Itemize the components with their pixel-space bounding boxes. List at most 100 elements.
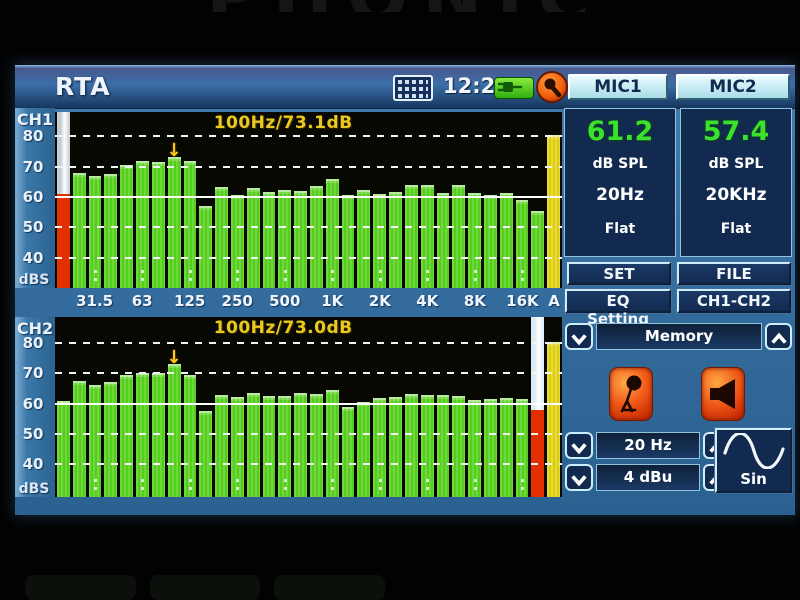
mic1-button[interactable]: MIC1 bbox=[568, 74, 668, 100]
file-button[interactable]: FILE bbox=[677, 262, 791, 285]
spectrum-bar bbox=[247, 188, 260, 288]
memory-select[interactable]: Memory bbox=[596, 323, 762, 350]
y-tick-label: 40 bbox=[15, 249, 51, 267]
spectrum-bar bbox=[278, 396, 291, 497]
spectrum-bar bbox=[294, 191, 307, 288]
page-title: RTA bbox=[55, 72, 111, 101]
spectrum-bar bbox=[215, 395, 228, 497]
frequency-down-button[interactable] bbox=[565, 432, 593, 459]
spectrum-column bbox=[215, 112, 228, 288]
spectrum-bar bbox=[231, 397, 244, 497]
cursor-arrow-icon: ↓ bbox=[167, 350, 182, 366]
a-weight-bar bbox=[547, 342, 560, 497]
y-tick-label: 80 bbox=[15, 334, 51, 352]
memory-up-button[interactable] bbox=[765, 323, 792, 350]
analyzer-screen: RTA 12:29 MIC1 MIC2 61.2 dB SPL bbox=[15, 65, 795, 515]
spectrum-bar bbox=[357, 402, 370, 497]
speaker-button[interactable] bbox=[701, 367, 745, 421]
ch2-range-value: 20KHz bbox=[681, 185, 791, 205]
ch1-ch2-button[interactable]: CH1-CH2 bbox=[677, 289, 791, 313]
memory-down-button[interactable] bbox=[565, 323, 593, 350]
ch2-y-axis: CH2 8070605040dBS bbox=[15, 317, 55, 497]
spectrum-bar bbox=[104, 382, 117, 497]
y-tick-label: 80 bbox=[15, 127, 51, 145]
device-bezel-buttons bbox=[25, 575, 385, 600]
level-down-button[interactable] bbox=[565, 464, 593, 491]
spectrum-bar bbox=[373, 398, 386, 497]
y-tick-label: 70 bbox=[15, 158, 51, 176]
x-axis-label: A bbox=[548, 292, 560, 310]
ch2-spl-unit: dB SPL bbox=[681, 156, 791, 172]
spectrum-column bbox=[199, 112, 212, 288]
x-axis-label: 31.5 bbox=[76, 292, 113, 310]
spectrum-bar bbox=[516, 200, 529, 288]
x-axis-label: 8K bbox=[464, 292, 486, 310]
ch2-readout-panel: 57.4 dB SPL 20KHz Flat bbox=[680, 108, 792, 257]
gridline-80db bbox=[55, 135, 562, 137]
microphone-icon bbox=[616, 374, 646, 414]
level-meter-upper bbox=[57, 112, 70, 194]
spectrum-column bbox=[357, 112, 370, 288]
spectrum-bar bbox=[73, 173, 86, 288]
spectrum-column bbox=[500, 112, 513, 288]
spectrum-bar bbox=[437, 193, 450, 288]
cursor-arrow-icon: ↓ bbox=[167, 143, 182, 159]
ch2-plot-area: 100Hz/73.0dB ↓ bbox=[55, 317, 562, 497]
spectrum-column bbox=[104, 112, 117, 288]
spectrum-bar bbox=[152, 162, 165, 288]
y-axis-unit: dBS bbox=[15, 272, 53, 288]
a-weight-bar bbox=[547, 135, 560, 288]
y-tick-label: 60 bbox=[15, 188, 51, 206]
spectrum-bar bbox=[326, 390, 339, 497]
spectrum-column bbox=[531, 112, 544, 288]
spectrum-bar bbox=[89, 176, 102, 288]
sine-generator-button[interactable]: Sin bbox=[715, 428, 792, 493]
spectrum-bar bbox=[405, 185, 418, 288]
spectrum-column bbox=[231, 112, 244, 288]
generator-frequency-select[interactable]: 20 Hz bbox=[596, 432, 700, 459]
x-axis-label: 1K bbox=[321, 292, 343, 310]
ch1-weighting-value: Flat bbox=[565, 221, 675, 237]
sine-button-label: Sin bbox=[717, 470, 790, 488]
mic2-button[interactable]: MIC2 bbox=[676, 74, 790, 100]
battery-icon bbox=[494, 77, 534, 99]
spectrum-column bbox=[136, 112, 149, 288]
x-axis-label: 2K bbox=[369, 292, 391, 310]
spectrum-bar bbox=[215, 187, 228, 288]
spectrum-bar bbox=[437, 395, 450, 497]
spectrum-bar bbox=[231, 195, 244, 288]
spectrum-bar bbox=[199, 206, 212, 288]
spectrum-column: ↓ bbox=[168, 112, 181, 288]
spectrum-column bbox=[57, 112, 70, 288]
spectrum-column bbox=[152, 112, 165, 288]
spectrum-column bbox=[326, 112, 339, 288]
gridline-50db bbox=[55, 226, 562, 228]
power-plug-icon bbox=[497, 80, 529, 94]
gridline-70db bbox=[55, 166, 562, 168]
spectrum-column bbox=[310, 112, 323, 288]
spectrum-bars: ↓ bbox=[55, 112, 562, 288]
generator-level-select[interactable]: 4 dBu bbox=[596, 464, 700, 491]
level-meter-lower bbox=[57, 194, 70, 288]
spectrum-column bbox=[89, 112, 102, 288]
spectrum-bar bbox=[342, 407, 355, 497]
ch1-spl-value: 61.2 bbox=[565, 116, 675, 147]
set-button[interactable]: SET bbox=[567, 262, 671, 285]
ch1-y-axis: CH1 8070605040dBS bbox=[15, 108, 55, 288]
spectrum-bar bbox=[136, 161, 149, 288]
gridline-80db bbox=[55, 342, 562, 344]
spectrum-bar bbox=[357, 190, 370, 288]
chevron-down-icon bbox=[570, 332, 588, 346]
microphone-button[interactable] bbox=[609, 367, 653, 421]
x-axis-label: 250 bbox=[222, 292, 253, 310]
spectrum-bar bbox=[389, 192, 402, 288]
spectrum-column bbox=[373, 112, 386, 288]
spectrum-column bbox=[263, 112, 276, 288]
y-tick-label: 50 bbox=[15, 218, 51, 236]
spectrum-bar bbox=[263, 396, 276, 497]
spectrum-bar bbox=[168, 157, 181, 288]
spectrum-bar bbox=[405, 394, 418, 497]
eq-setting-button[interactable]: EQ Setting bbox=[565, 289, 671, 313]
chevron-down-icon bbox=[570, 441, 588, 455]
spectrum-bar bbox=[168, 364, 181, 497]
